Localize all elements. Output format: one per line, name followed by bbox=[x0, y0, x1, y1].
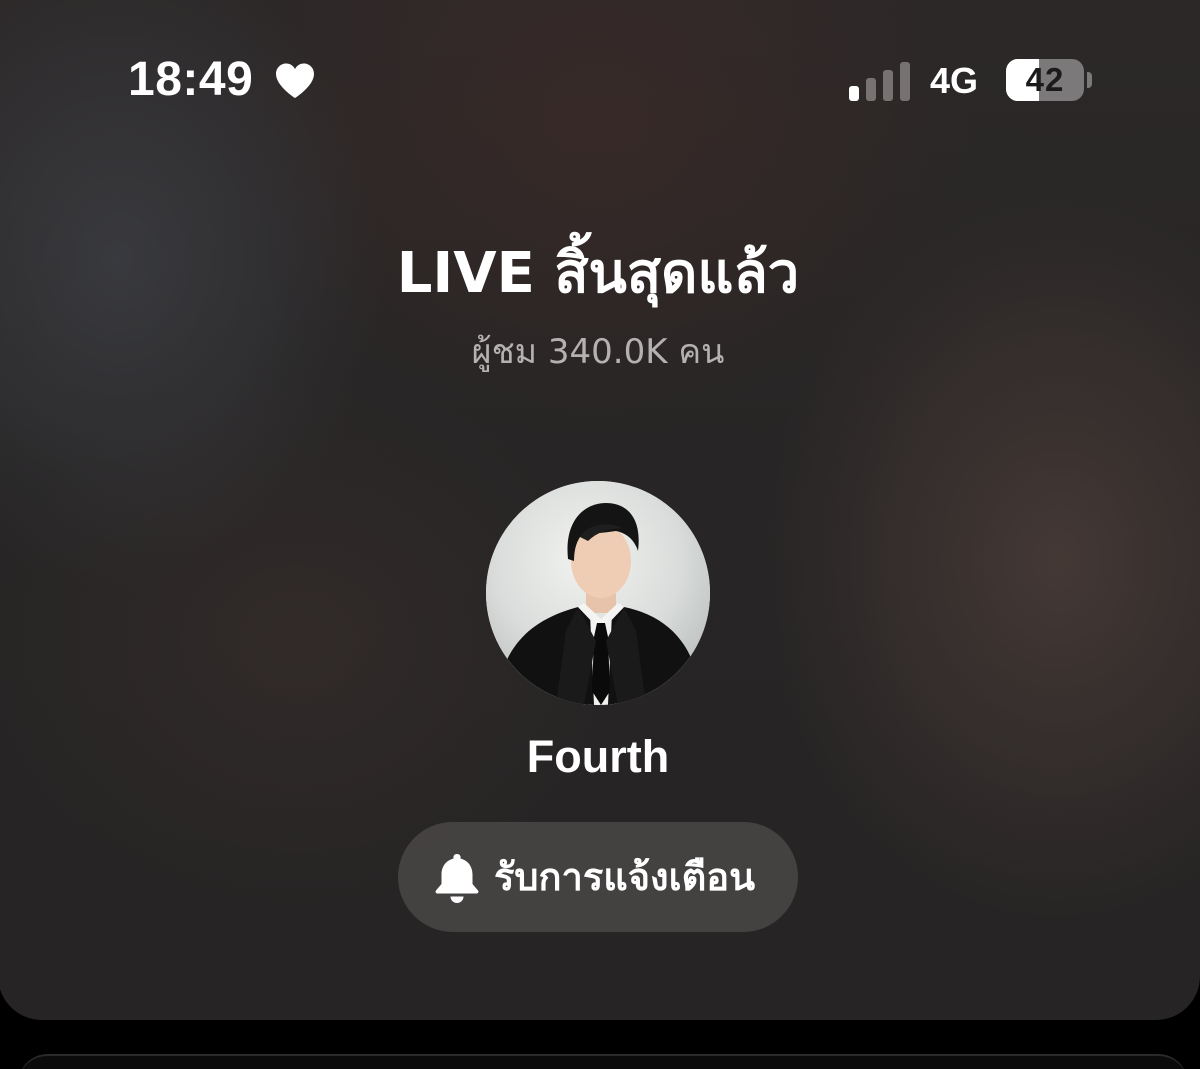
battery-indicator: 42 bbox=[1006, 59, 1084, 101]
host-name[interactable]: Fourth bbox=[0, 731, 1198, 783]
live-ended-card: 18:49 4G 42 LIVE สิ้นสุดแล้ว ผู้ชม 340.0… bbox=[0, 0, 1200, 1020]
next-panel-edge bbox=[18, 1054, 1188, 1069]
live-ended-title: LIVE สิ้นสุดแล้ว bbox=[396, 241, 800, 306]
battery-percentage: 42 bbox=[1025, 61, 1065, 98]
notify-button-label: รับการแจ้งเตือน bbox=[494, 855, 756, 899]
host-avatar[interactable] bbox=[486, 481, 710, 705]
network-type: 4G bbox=[930, 60, 979, 101]
bell-icon bbox=[435, 854, 479, 903]
avatar-photo bbox=[486, 481, 710, 705]
viewer-count: ผู้ชม 340.0K คน bbox=[471, 332, 725, 372]
heart-icon bbox=[276, 63, 314, 98]
get-notifications-button[interactable]: รับการแจ้งเตือน bbox=[398, 822, 798, 932]
battery-tip bbox=[1087, 72, 1092, 88]
status-bar: 18:49 4G 42 bbox=[0, 0, 1198, 160]
cellular-signal-icon bbox=[849, 62, 910, 101]
screen: 18:49 4G 42 LIVE สิ้นสุดแล้ว ผู้ชม 340.0… bbox=[0, 0, 1200, 1069]
status-time: 18:49 bbox=[128, 53, 254, 106]
